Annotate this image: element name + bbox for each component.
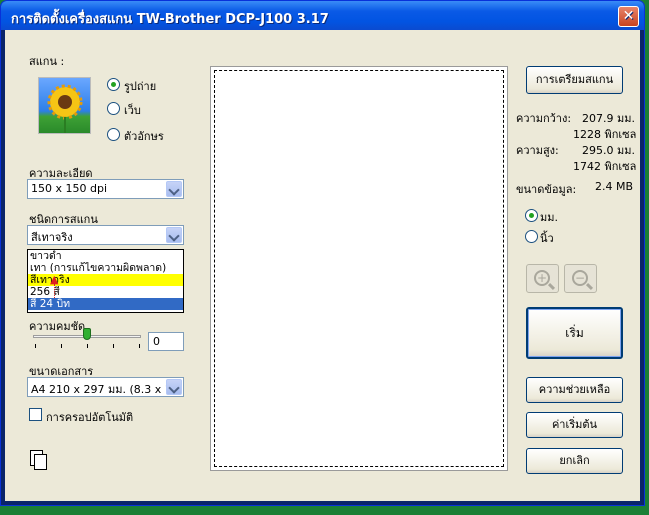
unit-inch-radio[interactable]: [525, 230, 538, 243]
document-size-value: A4 210 x 297 มม. (8.3 x 11: [31, 383, 179, 396]
sharpness-label: ความคมชัด: [29, 320, 86, 333]
chevron-down-icon[interactable]: [166, 379, 182, 395]
zoom-in-button[interactable]: +: [526, 264, 559, 293]
unit-mm-radio[interactable]: [525, 209, 538, 222]
help-button[interactable]: ความช่วยเหลือ: [526, 377, 623, 403]
close-button[interactable]: ✕: [618, 6, 639, 27]
zoom-in-icon: +: [534, 270, 550, 286]
window-title: การติดตั้งเครื่องสแกน TW-Brother DCP-J10…: [11, 12, 329, 27]
chevron-down-icon[interactable]: [166, 181, 182, 197]
scan-type-select[interactable]: สีเทาจริง: [27, 225, 184, 245]
start-button[interactable]: เริ่ม: [526, 307, 623, 359]
radio-web-label: เว็บ: [124, 104, 141, 117]
resolution-value: 150 x 150 dpi: [31, 182, 108, 195]
zoom-out-icon: −: [572, 270, 588, 286]
datasize-value: 2.4 MB: [595, 180, 634, 193]
width-label: ความกว้าง:: [516, 112, 572, 125]
slider-ticks: [35, 344, 141, 348]
document-size-select[interactable]: A4 210 x 297 มม. (8.3 x 11: [27, 377, 184, 397]
dropdown-option-24bit-color[interactable]: สี 24 บิท: [28, 298, 183, 310]
cancel-button[interactable]: ยกเลิก: [526, 448, 623, 474]
sunflower-photo-icon: [38, 77, 91, 134]
height-px-value: 1742 พิกเซล: [573, 160, 637, 173]
red-arrow-stem: [54, 284, 55, 298]
prescan-button[interactable]: การเตรียมสแกน: [526, 66, 623, 94]
sharpness-slider-thumb[interactable]: [83, 328, 91, 340]
default-button[interactable]: ค่าเริ่มต้น: [526, 412, 623, 438]
radio-web[interactable]: [107, 102, 120, 115]
unit-inch-label: นิ้ว: [540, 232, 554, 245]
scan-type-value: สีเทาจริง: [31, 231, 73, 244]
datasize-label: ขนาดข้อมูล:: [516, 183, 577, 196]
zoom-out-button[interactable]: −: [564, 264, 597, 293]
radio-text-label: ตัวอักษร: [124, 130, 164, 143]
chevron-down-icon[interactable]: [166, 227, 182, 243]
scan-area-frame[interactable]: [214, 70, 504, 467]
radio-photo-label: รูปถ่าย: [124, 80, 157, 93]
scanner-dialog: การติดตั้งเครื่องสแกน TW-Brother DCP-J10…: [0, 0, 645, 506]
radio-photo[interactable]: [107, 78, 120, 91]
preview-area[interactable]: [210, 66, 508, 471]
auto-crop-checkbox[interactable]: [29, 408, 42, 421]
dropdown-option-256-color[interactable]: 256 สี: [28, 286, 183, 298]
scan-label: สแกน :: [29, 55, 65, 68]
resolution-select[interactable]: 150 x 150 dpi: [27, 179, 184, 199]
radio-text[interactable]: [107, 128, 120, 141]
dropdown-option-bw[interactable]: ขาวดำ: [28, 250, 183, 262]
copy-pages-icon[interactable]: [30, 450, 47, 470]
sharpness-value-field[interactable]: 0: [148, 332, 184, 351]
unit-mm-label: มม.: [540, 211, 558, 224]
auto-crop-label: การครอปอัตโนมัติ: [46, 411, 134, 424]
dialog-client-area: สแกน : รูปถ่าย เว็บ ตัวอักษร ความละเอียด…: [5, 30, 640, 501]
title-bar: การติดตั้งเครื่องสแกน TW-Brother DCP-J10…: [1, 1, 644, 30]
height-label: ความสูง:: [516, 144, 559, 157]
